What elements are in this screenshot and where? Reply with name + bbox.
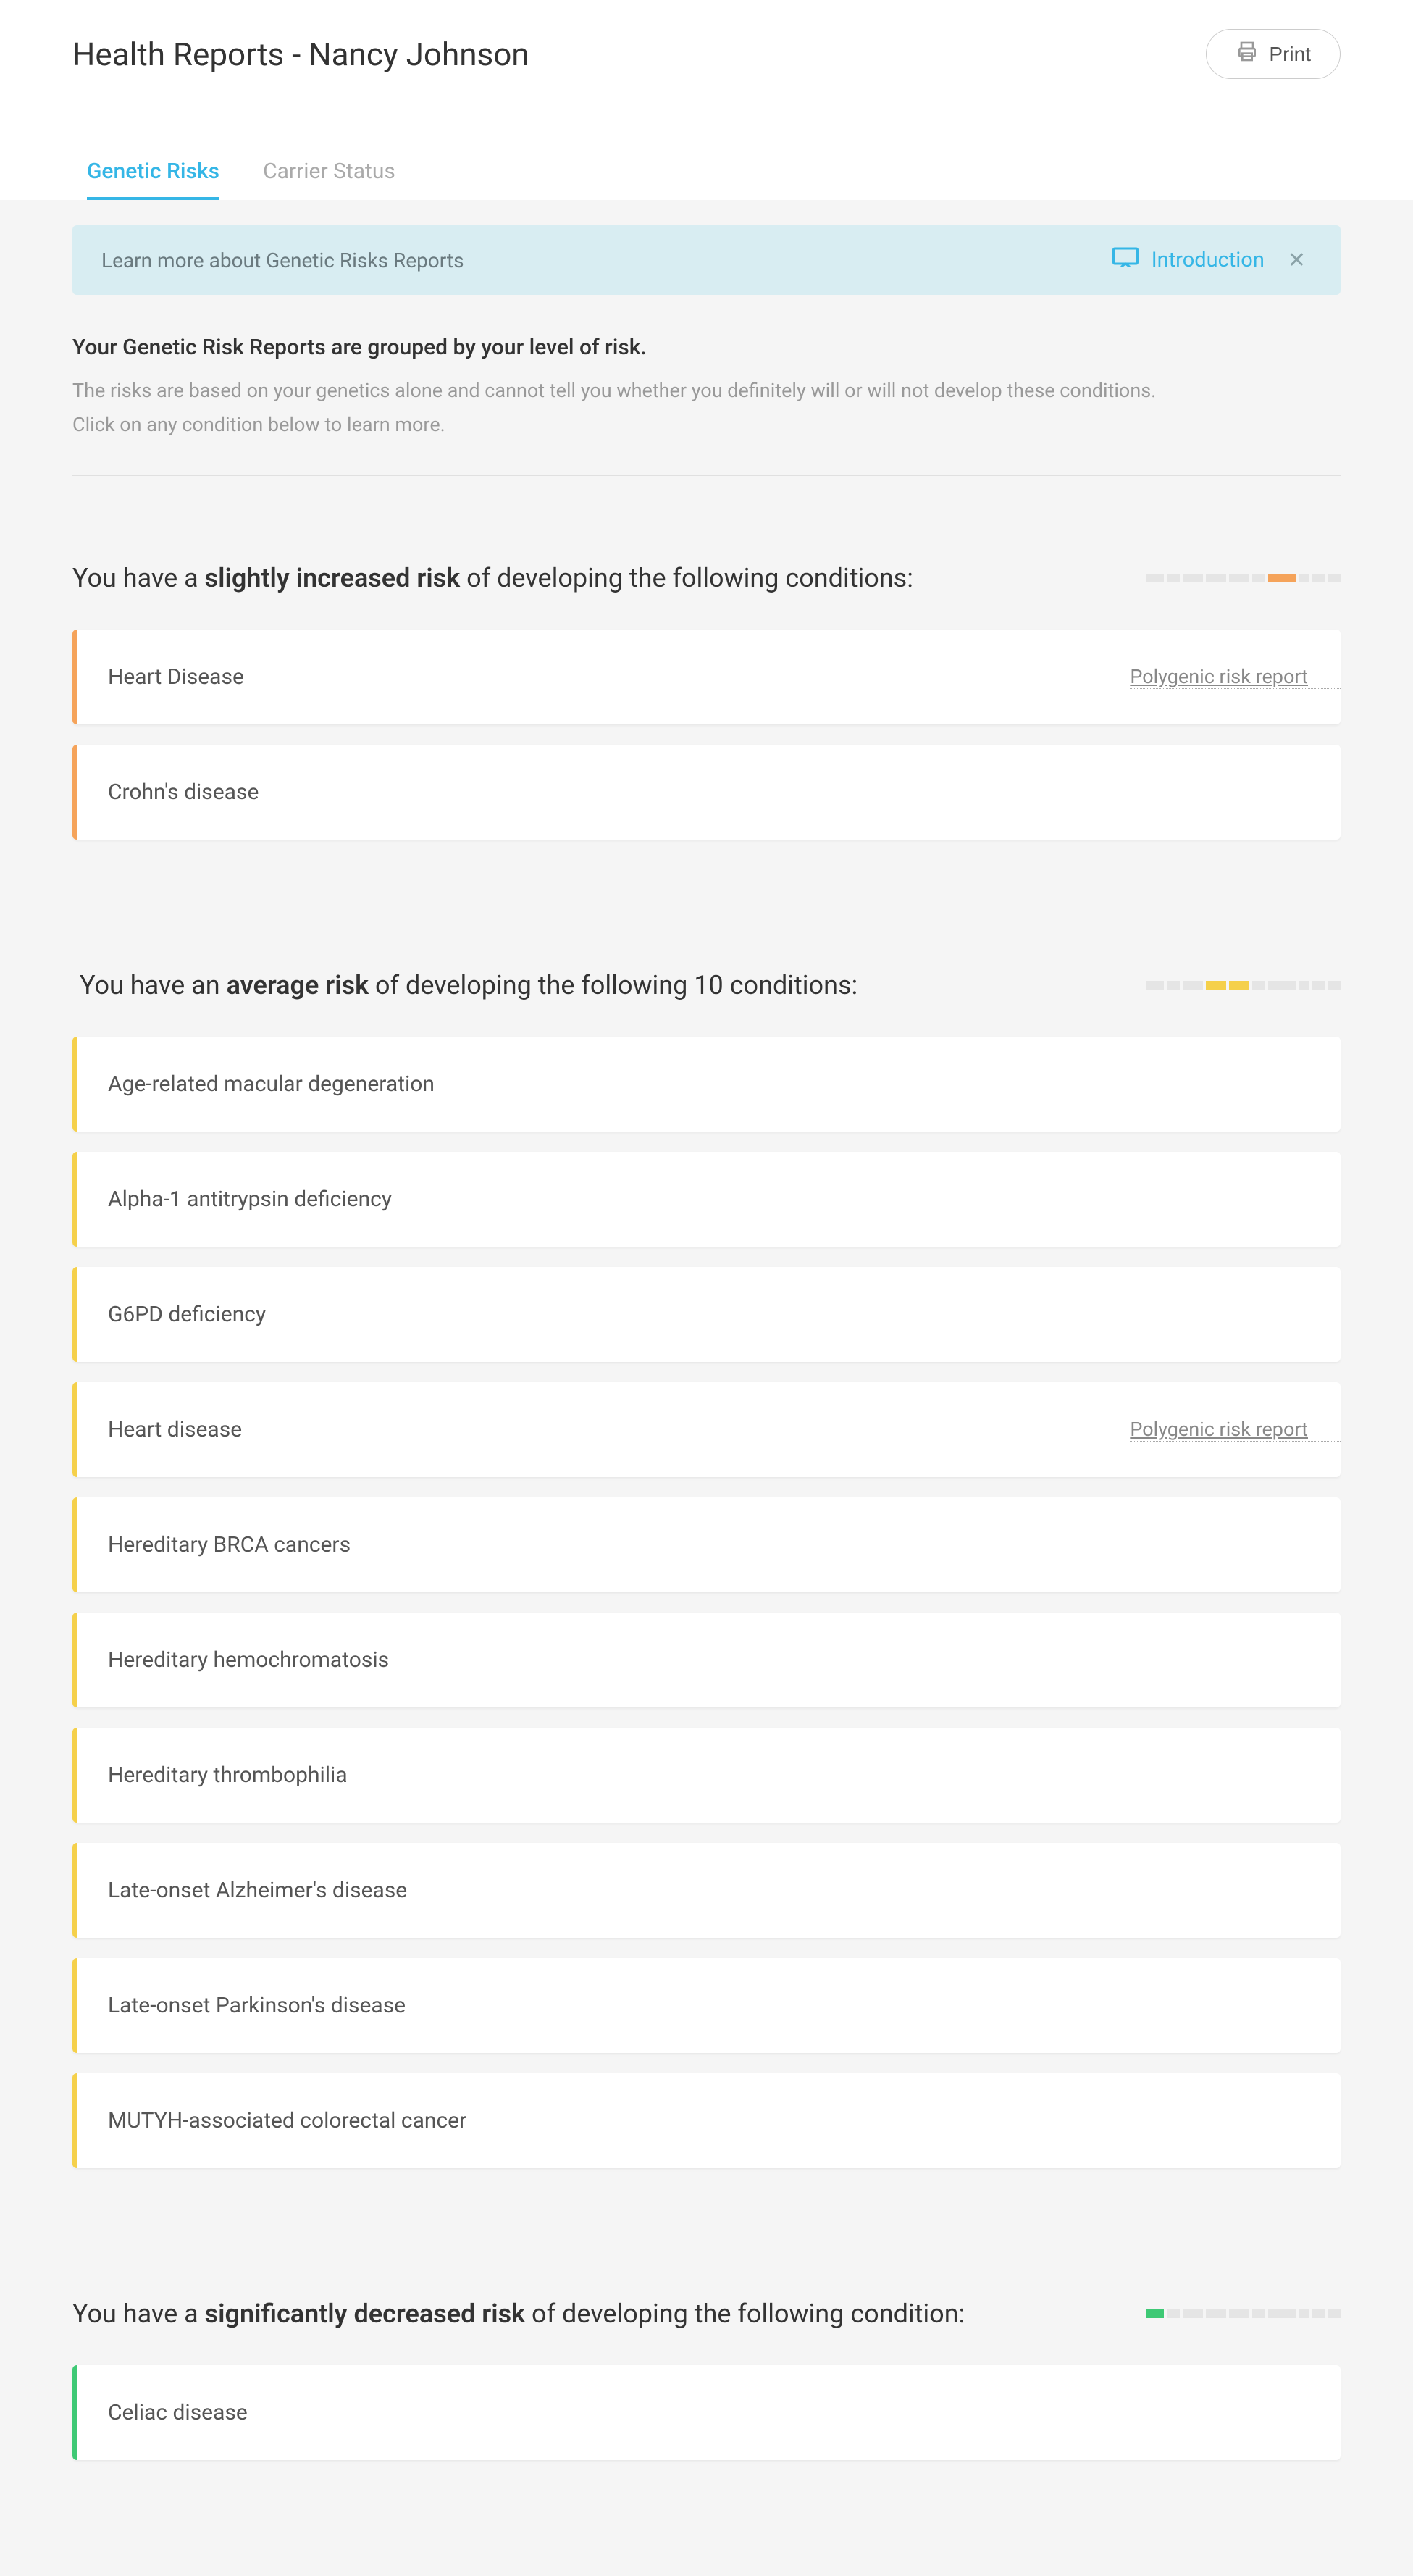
risk-scale-average (1146, 981, 1341, 990)
accent-bar (72, 1037, 77, 1132)
risk-scale-segment (1299, 981, 1309, 990)
risk-scale-segment (1328, 574, 1341, 582)
accent-bar (72, 1382, 77, 1477)
risk-scale-segment (1328, 981, 1341, 990)
intro-block: Your Genetic Risk Reports are grouped by… (72, 335, 1341, 439)
risk-scale-segment (1146, 574, 1164, 582)
risk-scale-segment (1229, 981, 1249, 990)
section-title-significantly-decreased: You have a significantly decreased risk … (72, 2299, 965, 2329)
accent-bar (72, 1267, 77, 1362)
condition-name: Late-onset Alzheimer's disease (77, 1843, 407, 1938)
risk-scale-segment (1206, 574, 1226, 582)
risk-scale-segment (1167, 2309, 1180, 2318)
risk-scale-segment (1183, 574, 1203, 582)
risk-scale-segment (1312, 2309, 1325, 2318)
risk-scale-segment (1229, 574, 1249, 582)
risk-scale-segment (1299, 574, 1309, 582)
tabs: Genetic Risks Carrier Status (72, 159, 1341, 200)
presentation-icon (1112, 247, 1139, 273)
risk-scale-segment (1268, 574, 1296, 582)
accent-bar (72, 1152, 77, 1247)
condition-name: G6PD deficiency (77, 1267, 266, 1362)
condition-card[interactable]: Heart disease Polygenic risk report (72, 1382, 1341, 1477)
accent-bar (72, 2365, 77, 2460)
risk-scale-segment (1268, 981, 1296, 990)
section-significantly-decreased: You have a significantly decreased risk … (72, 2299, 1341, 2460)
risk-scale-segment (1183, 981, 1203, 990)
tab-carrier-status[interactable]: Carrier Status (263, 159, 395, 200)
condition-name: Late-onset Parkinson's disease (77, 1958, 406, 2053)
accent-bar (72, 1728, 77, 1823)
risk-scale-segment (1299, 2309, 1309, 2318)
risk-scale-segment (1167, 981, 1180, 990)
condition-card[interactable]: Crohn's disease (72, 745, 1341, 840)
risk-scale-segment (1229, 2309, 1249, 2318)
introduction-link[interactable]: Introduction (1112, 247, 1265, 273)
risk-scale-segment (1146, 981, 1164, 990)
condition-card[interactable]: Hereditary thrombophilia (72, 1728, 1341, 1823)
condition-card[interactable]: Age-related macular degeneration (72, 1037, 1341, 1132)
risk-scale-segment (1252, 2309, 1265, 2318)
accent-bar (72, 1843, 77, 1938)
condition-name: Alpha-1 antitrypsin deficiency (77, 1152, 392, 1247)
condition-name: Celiac disease (77, 2365, 248, 2460)
risk-scale-segment (1183, 2309, 1203, 2318)
section-title-slightly-increased: You have a slightly increased risk of de… (72, 563, 913, 593)
risk-scale-segment (1252, 981, 1265, 990)
risk-scale-segment (1146, 2309, 1164, 2318)
condition-card[interactable]: Celiac disease (72, 2365, 1341, 2460)
condition-card[interactable]: Heart Disease Polygenic risk report (72, 630, 1341, 724)
section-title-average: You have an average risk of developing t… (80, 970, 858, 1000)
divider (72, 475, 1341, 476)
risk-scale-segment (1312, 981, 1325, 990)
accent-bar (72, 630, 77, 724)
accent-bar (72, 2073, 77, 2168)
risk-scale-segment (1268, 2309, 1296, 2318)
print-label: Print (1269, 43, 1311, 66)
risk-scale-segment (1328, 2309, 1341, 2318)
condition-card[interactable]: MUTYH-associated colorectal cancer (72, 2073, 1341, 2168)
risk-scale-segment (1206, 981, 1226, 990)
polygenic-risk-report-link[interactable]: Polygenic risk report (1130, 1418, 1341, 1442)
polygenic-risk-report-link[interactable]: Polygenic risk report (1130, 665, 1341, 689)
risk-scale-segment (1312, 574, 1325, 582)
introduction-label: Introduction (1152, 248, 1265, 272)
info-banner: Learn more about Genetic Risks Reports I… (72, 225, 1341, 295)
condition-card[interactable]: Alpha-1 antitrypsin deficiency (72, 1152, 1341, 1247)
page-title: Health Reports - Nancy Johnson (72, 35, 529, 73)
accent-bar (72, 1958, 77, 2053)
intro-line-1: The risks are based on your genetics alo… (72, 376, 1341, 406)
condition-card[interactable]: Hereditary hemochromatosis (72, 1613, 1341, 1707)
section-average: You have an average risk of developing t… (72, 970, 1341, 2168)
print-button[interactable]: Print (1206, 29, 1341, 79)
intro-line-2: Click on any condition below to learn mo… (72, 410, 1341, 440)
condition-card[interactable]: Hereditary BRCA cancers (72, 1497, 1341, 1592)
accent-bar (72, 745, 77, 840)
condition-name: Hereditary hemochromatosis (77, 1613, 389, 1707)
condition-card[interactable]: G6PD deficiency (72, 1267, 1341, 1362)
condition-card[interactable]: Late-onset Alzheimer's disease (72, 1843, 1341, 1938)
close-icon[interactable]: ✕ (1282, 248, 1312, 273)
condition-name: Age-related macular degeneration (77, 1037, 435, 1132)
risk-scale-segment (1167, 574, 1180, 582)
info-banner-text: Learn more about Genetic Risks Reports (101, 248, 464, 272)
risk-scale-segment (1252, 574, 1265, 582)
condition-name: Hereditary thrombophilia (77, 1728, 348, 1823)
condition-name: Heart disease (77, 1382, 242, 1477)
condition-name: Hereditary BRCA cancers (77, 1497, 351, 1592)
risk-scale-significantly-decreased (1146, 2309, 1341, 2318)
section-slightly-increased: You have a slightly increased risk of de… (72, 563, 1341, 840)
condition-name: MUTYH-associated colorectal cancer (77, 2073, 466, 2168)
accent-bar (72, 1497, 77, 1592)
risk-scale-segment (1206, 2309, 1226, 2318)
intro-title: Your Genetic Risk Reports are grouped by… (72, 335, 1341, 360)
condition-card[interactable]: Late-onset Parkinson's disease (72, 1958, 1341, 2053)
condition-name: Heart Disease (77, 630, 244, 724)
tab-genetic-risks[interactable]: Genetic Risks (87, 159, 219, 200)
accent-bar (72, 1613, 77, 1707)
condition-name: Crohn's disease (77, 745, 259, 840)
risk-scale-slightly-increased (1146, 574, 1341, 582)
print-icon (1236, 40, 1259, 68)
